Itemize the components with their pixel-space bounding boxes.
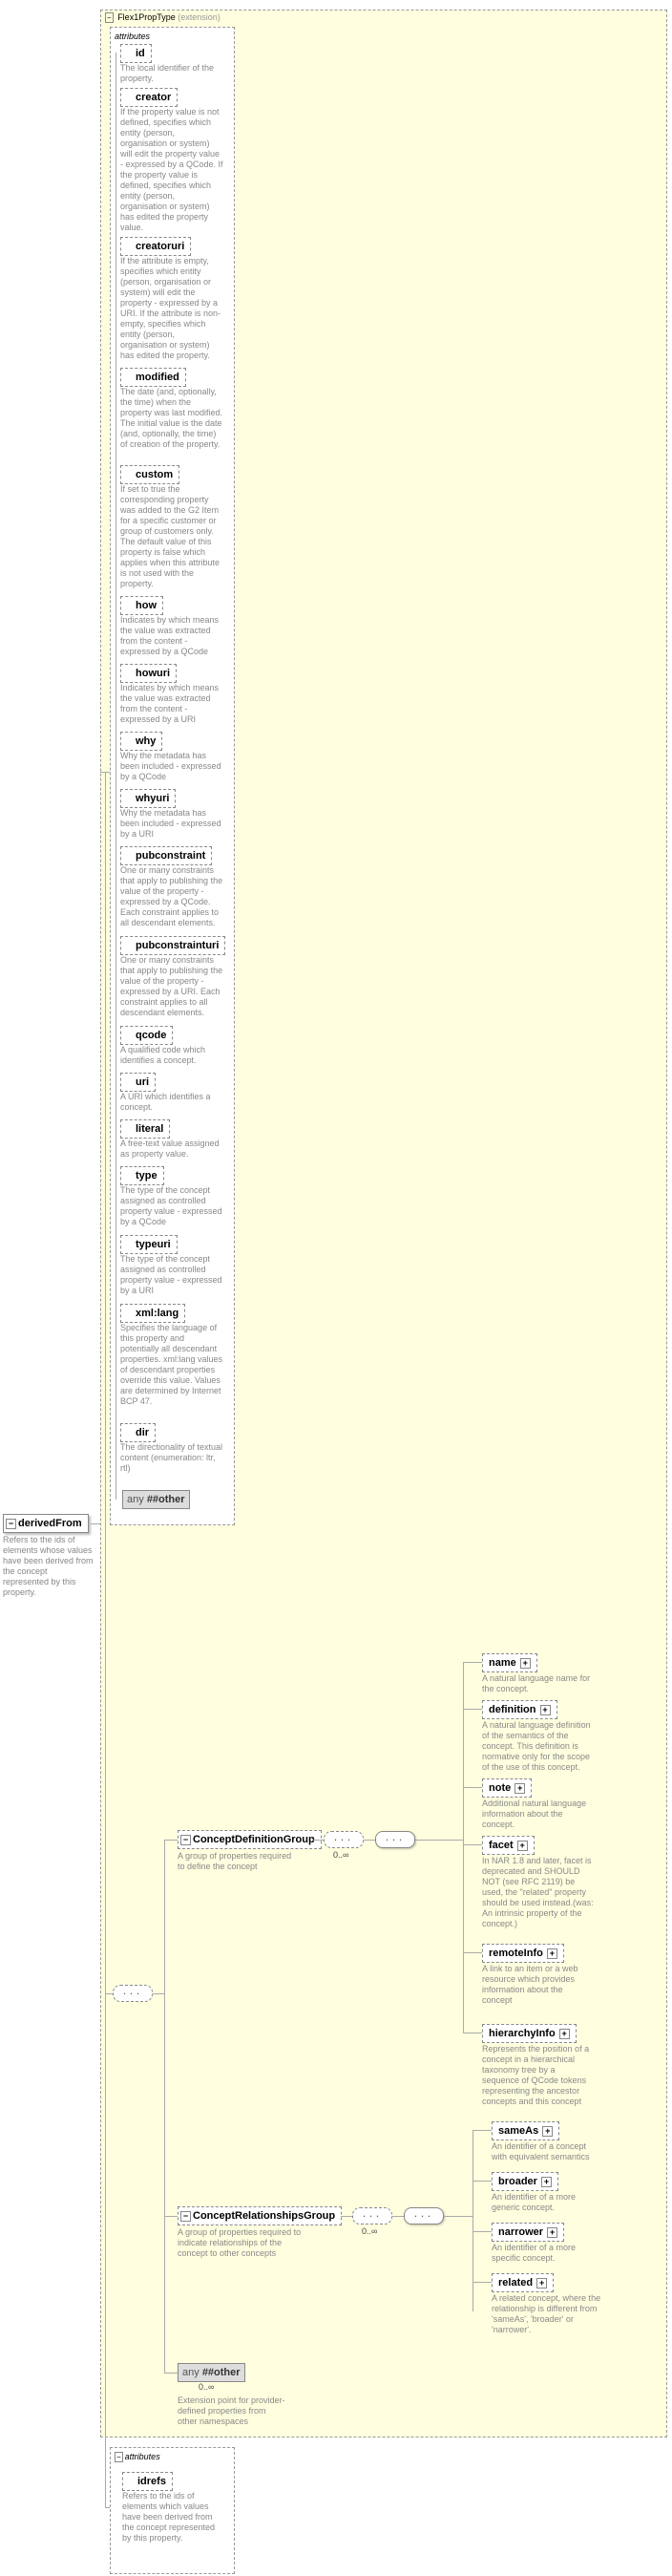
attr-modified[interactable]: modified: [120, 368, 186, 387]
child-name[interactable]: name+: [482, 1653, 537, 1672]
expand-icon[interactable]: +: [517, 1841, 528, 1851]
attr-type[interactable]: type: [120, 1166, 164, 1185]
child-related[interactable]: related+: [492, 2273, 554, 2292]
expand-icon[interactable]: +: [541, 2177, 552, 2187]
def-sequence[interactable]: [324, 1831, 364, 1848]
attr-creatoruri-desc: If the attribute is empty, specifies whi…: [120, 256, 223, 361]
attr-creator-desc: If the property value is not defined, sp…: [120, 107, 223, 233]
child-hierarchyinfo-desc: Represents the position of a concept in …: [482, 2044, 592, 2107]
collapse-icon[interactable]: −: [180, 1835, 191, 1845]
attr-why[interactable]: why: [120, 732, 162, 751]
any-other-desc: Extension point for provider-defined pro…: [178, 2395, 287, 2427]
child-related-desc: A related concept, where the relationshi…: [492, 2293, 601, 2335]
def-occurs: 0..∞: [333, 1850, 348, 1860]
attr-xml-lang-desc: Specifies the language of this property …: [120, 1323, 223, 1407]
main-sequence[interactable]: [113, 1985, 153, 2002]
child-broader[interactable]: broader+: [492, 2172, 558, 2191]
attr-literal[interactable]: literal: [120, 1119, 170, 1139]
attr-uri[interactable]: uri: [120, 1073, 156, 1092]
child-narrower-desc: An identifier of a more specific concept…: [492, 2243, 601, 2264]
attr-custom-desc: If set to true the corresponding propert…: [120, 484, 223, 589]
expand-icon[interactable]: +: [547, 1948, 557, 1959]
attr-pubconstrainturi[interactable]: pubconstrainturi: [120, 936, 225, 955]
child-hierarchyinfo[interactable]: hierarchyInfo+: [482, 2024, 577, 2043]
attr-qcode-desc: A qualified code which identifies a conc…: [120, 1045, 223, 1066]
extension-type: Flex1PropType: [117, 12, 176, 22]
attr-why-desc: Why the metadata has been included - exp…: [120, 751, 223, 782]
rel-sequence[interactable]: [352, 2207, 392, 2225]
child-narrower[interactable]: narrower+: [492, 2223, 564, 2242]
group-concept-definition-desc: A group of properties required to define…: [178, 1851, 297, 1872]
attr-any-other: any ##other: [122, 1490, 190, 1509]
def-inner-sequence[interactable]: [375, 1831, 415, 1848]
collapse-icon[interactable]: −: [115, 2452, 123, 2462]
rel-occurs: 0..∞: [362, 2226, 377, 2236]
attr-qcode[interactable]: qcode: [120, 1026, 173, 1045]
expand-icon[interactable]: +: [520, 1658, 531, 1669]
child-facet-desc: In NAR 1.8 and later, facet is deprecate…: [482, 1856, 595, 1929]
rel-inner-sequence[interactable]: [404, 2207, 444, 2225]
expand-icon[interactable]: +: [540, 1705, 551, 1715]
child-sameas-desc: An identifier of a concept with equivale…: [492, 2141, 601, 2162]
child-sameas[interactable]: sameAs+: [492, 2121, 559, 2140]
child-name-desc: A natural language name for the concept.: [482, 1673, 592, 1694]
attr-pubconstrainturi-desc: One or many constraints that apply to pu…: [120, 955, 223, 1018]
group-concept-relationships[interactable]: − ConceptRelationshipsGroup: [178, 2206, 342, 2225]
attr-modified-desc: The date (and, optionally, the time) whe…: [120, 387, 223, 450]
attr-creatoruri[interactable]: creatoruri: [120, 237, 191, 256]
any-other-occurs: 0..∞: [199, 2382, 214, 2392]
child-definition-desc: A natural language definition of the sem…: [482, 1720, 592, 1773]
group-concept-relationships-desc: A group of properties required to indica…: [178, 2227, 311, 2259]
attributes-label: attributes: [125, 2452, 160, 2461]
expand-icon[interactable]: +: [536, 2278, 547, 2289]
collapse-icon[interactable]: −: [105, 12, 114, 23]
attr-xml-lang[interactable]: xml:lang: [120, 1304, 185, 1323]
child-broader-desc: An identifier of a more generic concept.: [492, 2192, 601, 2213]
expand-icon[interactable]: +: [559, 2029, 570, 2039]
expand-icon[interactable]: +: [547, 2227, 557, 2238]
group-concept-definition[interactable]: − ConceptDefinitionGroup: [178, 1830, 322, 1849]
collapse-icon[interactable]: −: [180, 2211, 191, 2222]
expand-icon[interactable]: +: [514, 1783, 525, 1794]
attr-how[interactable]: how: [120, 596, 163, 615]
root-desc: Refers to the ids of elements whose valu…: [3, 1535, 95, 1598]
attr-creator[interactable]: creator: [120, 88, 178, 107]
attr-idrefs[interactable]: idrefs: [122, 2472, 173, 2491]
attr-typeuri[interactable]: typeuri: [120, 1235, 178, 1254]
attr-uri-desc: A URI which identifies a concept.: [120, 1092, 223, 1113]
root-element[interactable]: − derivedFrom: [3, 1514, 89, 1533]
attr-typeuri-desc: The type of the concept assigned as cont…: [120, 1254, 223, 1296]
child-note[interactable]: note+: [482, 1778, 532, 1798]
child-definition[interactable]: definition+: [482, 1700, 557, 1719]
attr-howuri[interactable]: howuri: [120, 664, 177, 683]
attributes-label: attributes: [113, 32, 232, 43]
attr-dir[interactable]: dir: [120, 1423, 156, 1442]
attr-custom[interactable]: custom: [120, 465, 179, 484]
attr-literal-desc: A free-text value assigned as property v…: [120, 1139, 223, 1160]
attr-id-desc: The local identifier of the property.: [120, 63, 223, 84]
attr-dir-desc: The directionality of textual content (e…: [120, 1442, 223, 1474]
extension-header: − Flex1PropType (extension): [101, 11, 666, 24]
child-note-desc: Additional natural language information …: [482, 1799, 592, 1830]
collapse-icon[interactable]: −: [6, 1519, 16, 1529]
attr-idrefs-desc: Refers to the ids of elements which valu…: [122, 2491, 222, 2544]
attr-pubconstraint[interactable]: pubconstraint: [120, 846, 212, 865]
attr-pubconstraint-desc: One or many constraints that apply to pu…: [120, 865, 223, 928]
attr-whyuri[interactable]: whyuri: [120, 789, 176, 808]
attr-type-desc: The type of the concept assigned as cont…: [120, 1185, 223, 1227]
attr-whyuri-desc: Why the metadata has been included - exp…: [120, 808, 223, 840]
child-remoteinfo-desc: A link to an item or a web resource whic…: [482, 1964, 592, 2006]
child-remoteinfo[interactable]: remoteInfo+: [482, 1944, 564, 1963]
any-other-element: any ##other: [178, 2363, 245, 2382]
child-facet[interactable]: facet+: [482, 1836, 535, 1855]
expand-icon[interactable]: +: [542, 2126, 553, 2137]
attr-how-desc: Indicates by which means the value was e…: [120, 615, 223, 657]
attr-howuri-desc: Indicates by which means the value was e…: [120, 683, 223, 725]
extension-suffix: (extension): [178, 12, 220, 22]
root-element-label: derivedFrom: [18, 1518, 82, 1529]
attr-id[interactable]: id: [120, 44, 152, 63]
